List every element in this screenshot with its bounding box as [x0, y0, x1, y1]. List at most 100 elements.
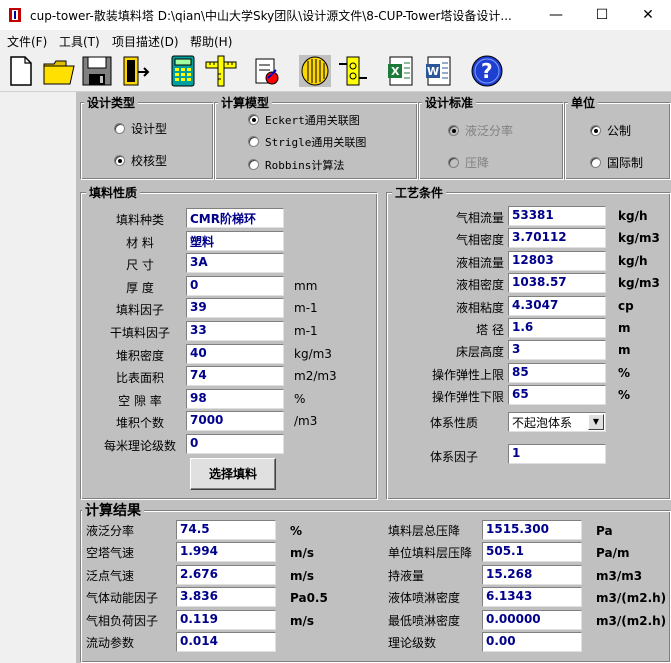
result-label: 流动参数 [86, 636, 135, 650]
packing-unit: m-1 [294, 324, 318, 338]
packing-field[interactable]: 39 [186, 298, 284, 319]
packing-field[interactable]: 33 [186, 321, 284, 341]
results-title: 计算结果 [82, 500, 144, 520]
result-unit: Pa0.5 [290, 591, 328, 606]
packing-field[interactable]: 40 [186, 343, 284, 364]
process-field[interactable]: 85 [508, 362, 606, 383]
packing-field[interactable]: 塑料 [186, 230, 284, 251]
process-field[interactable]: 53381 [508, 206, 606, 226]
open-folder-icon[interactable] [42, 54, 76, 88]
save-disk-icon[interactable] [80, 54, 114, 88]
radio-si[interactable]: 国际制 [590, 154, 643, 171]
process-field[interactable]: 3 [508, 340, 606, 361]
packing-unit: % [294, 391, 306, 406]
close-button[interactable]: ✕ [625, 0, 671, 30]
design-type-title: 设计类型 [84, 94, 139, 111]
edit-document-icon[interactable] [250, 54, 284, 88]
result-label: 最低喷淋密度 [388, 613, 461, 628]
process-unit: cp [618, 298, 634, 313]
process-field[interactable]: 12803 [508, 250, 606, 271]
result-unit: % [290, 524, 303, 538]
result-unit: m/s [290, 568, 315, 583]
process-label: 液相粘度 [455, 300, 504, 315]
app-icon [9, 8, 21, 22]
packing-field[interactable]: 74 [186, 366, 284, 387]
result-field[interactable]: 1515.300 [482, 520, 582, 540]
ruler-icon[interactable] [204, 54, 238, 88]
radio-dot-selected [590, 125, 601, 136]
svg-text:W: W [427, 65, 439, 78]
packing-field[interactable]: 3A [186, 253, 284, 274]
tower-packing-icon[interactable] [336, 54, 370, 88]
radio-strigle[interactable]: Strigle通用关联图 [248, 134, 366, 150]
radio-robbins[interactable]: Robbins计算法 [248, 157, 344, 173]
packing-field[interactable]: 0 [186, 434, 284, 454]
result-label: 气体动能因子 [86, 591, 159, 606]
help-icon[interactable]: ? [470, 54, 504, 88]
result-unit: m3/m3 [596, 568, 643, 583]
result-label: 填料层总压降 [388, 524, 461, 538]
menu-file[interactable]: 文件(F) [7, 33, 47, 50]
result-field[interactable]: 505.1 [482, 542, 582, 563]
process-field[interactable]: 3.70112 [508, 228, 606, 249]
process-label: 气相流量 [455, 211, 504, 225]
process-label: 操作弹性上限 [431, 367, 504, 382]
menu-project-description[interactable]: 项目描述(D) [112, 33, 179, 50]
packing-label: 堆积个数 [115, 416, 164, 431]
chevron-down-icon[interactable]: ▼ [588, 414, 604, 430]
packing-field[interactable]: 98 [186, 388, 284, 409]
calculator-icon[interactable] [166, 54, 200, 88]
result-field[interactable]: 15.268 [482, 564, 582, 585]
select-packing-button[interactable]: 选择填料 [190, 458, 276, 490]
new-icon[interactable] [4, 54, 38, 88]
packing-field[interactable]: 7000 [186, 411, 284, 432]
result-field[interactable]: 2.676 [176, 564, 276, 585]
process-field[interactable]: 1038.57 [508, 273, 606, 294]
process-field[interactable]: 4.3047 [508, 295, 606, 316]
system-property-select[interactable]: 不起泡体系 ▼ [508, 412, 606, 432]
result-field[interactable]: 0.00000 [482, 609, 582, 630]
process-field[interactable]: 65 [508, 385, 606, 406]
result-unit: Pa/m [596, 546, 630, 561]
radio-flood-fraction[interactable]: 液泛分率 [448, 122, 513, 139]
result-field[interactable]: 3.836 [176, 587, 276, 608]
maximize-button[interactable]: ☐ [579, 0, 625, 30]
svg-text:?: ? [481, 59, 493, 83]
result-field[interactable]: 0.014 [176, 632, 276, 652]
menu-help[interactable]: 帮助(H) [190, 33, 232, 50]
excel-icon[interactable]: X [384, 54, 418, 88]
process-label: 塔 径 [476, 323, 504, 337]
result-field[interactable]: 74.5 [176, 520, 276, 540]
radio-check-mode[interactable]: 校核型 [114, 152, 167, 169]
exit-door-icon[interactable] [118, 54, 152, 88]
process-unit: kg/m3 [618, 231, 660, 246]
process-unit: % [618, 388, 631, 403]
radio-design-mode[interactable]: 设计型 [114, 120, 167, 137]
process-label: 液相流量 [455, 255, 504, 270]
radio-dot [448, 157, 459, 168]
result-field[interactable]: 6.1343 [482, 587, 582, 608]
result-unit: m3/(m2.h) [596, 591, 667, 606]
system-factor-field[interactable]: 1 [508, 444, 606, 464]
window-title: cup-tower-散装填料塔 D:\qian\中山大学Sky团队\设计源文件\… [30, 9, 512, 23]
radio-pressure-drop[interactable]: 压降 [448, 154, 489, 171]
radio-metric[interactable]: 公制 [590, 122, 631, 139]
radio-eckert[interactable]: Eckert通用关联图 [248, 112, 360, 128]
result-field[interactable]: 1.994 [176, 542, 276, 563]
packing-unit: mm [294, 278, 318, 293]
packing-label: 尺 寸 [126, 258, 154, 273]
menu-tools[interactable]: 工具(T) [59, 33, 100, 50]
result-field[interactable]: 0.119 [176, 609, 276, 630]
process-unit: kg/h [618, 253, 648, 268]
process-field[interactable]: 1.6 [508, 318, 606, 338]
packing-field[interactable]: CMR阶梯环 [186, 208, 284, 228]
process-label: 气相密度 [455, 233, 504, 248]
word-icon[interactable]: W [422, 54, 456, 88]
title-bar: cup-tower-散装填料塔 D:\qian\中山大学Sky团队\设计源文件\… [0, 0, 671, 30]
packing-field[interactable]: 0 [186, 275, 284, 296]
packing-label: 每米理论级数 [103, 439, 176, 453]
minimize-button[interactable]: — [533, 0, 579, 30]
distributor-icon[interactable] [298, 54, 332, 88]
result-field[interactable]: 0.00 [482, 632, 582, 652]
packing-unit: m2/m3 [294, 369, 337, 384]
